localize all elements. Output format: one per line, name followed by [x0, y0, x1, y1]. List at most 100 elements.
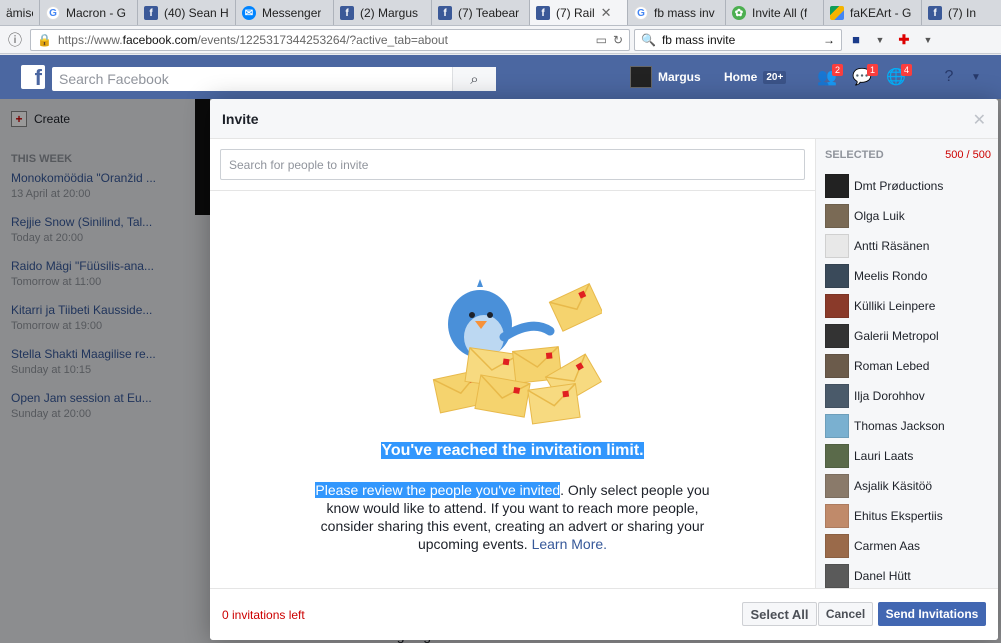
reload-icon[interactable]: ↻ — [613, 33, 623, 47]
selected-person-row[interactable]: Carmen Aas — [816, 531, 998, 561]
tab-title: faKEArt - G — [850, 6, 912, 20]
selected-label: SELECTED — [825, 149, 884, 161]
tab-title: (7) Teabear — [458, 6, 520, 20]
selected-person-row[interactable]: Asjalik Käsitöö — [816, 471, 998, 501]
dialog-body: You've reached the invitation limit. Ple… — [210, 139, 998, 588]
tab-title: ämise — [6, 6, 33, 20]
dialog-header: Invite ✕ — [210, 99, 998, 139]
selected-person-name: Ehitus Ekspertiis — [854, 509, 943, 523]
selected-person-name: Carmen Aas — [854, 539, 921, 553]
browser-search-box[interactable]: 🔍 fb mass invite → — [634, 28, 842, 51]
cancel-button[interactable]: Cancel — [818, 602, 873, 626]
go-arrow-icon[interactable]: → — [823, 33, 835, 47]
facebook-icon: f — [144, 6, 158, 20]
selected-person-name: Thomas Jackson — [854, 419, 945, 433]
search-icon[interactable]: ⌕ — [452, 67, 496, 91]
tab-title: (2) Margus — [360, 6, 419, 20]
tab-title: (40) Sean H — [164, 6, 229, 20]
profile-link[interactable]: Margus — [630, 66, 701, 88]
selected-header: SELECTED 500 / 500 — [825, 149, 991, 161]
invite-main-pane: You've reached the invitation limit. Ple… — [210, 139, 815, 588]
avatar — [825, 474, 849, 498]
chevron-down-icon[interactable]: ▼ — [870, 30, 890, 50]
browser-tab-bar: ämise G Macron - G f (40) Sean H ✉ Messenger f (… — [0, 0, 1001, 26]
save-icon[interactable]: ■ — [846, 30, 866, 50]
browser-tab[interactable]: Gfb mass inv — [628, 0, 726, 25]
invitations-left-text: 0 invitations left — [222, 608, 305, 622]
selected-person-row[interactable]: Ilja Dorohhov — [816, 381, 998, 411]
facebook-search-input[interactable]: Search Facebook ⌕ — [52, 67, 496, 91]
close-icon[interactable]: ✕ — [601, 5, 612, 21]
chevron-down-icon[interactable]: ▼ — [966, 68, 986, 86]
tab-title: Messenger — [262, 6, 322, 20]
notifications-badge: 4 — [900, 64, 912, 76]
avatar — [825, 234, 849, 258]
avatar — [825, 294, 849, 318]
selected-person-row[interactable]: Olga Luik — [816, 201, 998, 231]
reader-view-icon[interactable]: ▭ — [596, 33, 607, 47]
friend-requests-icon[interactable]: 👥 2 — [817, 64, 843, 86]
avatar — [825, 564, 849, 588]
selected-person-name: Olga Luik — [854, 209, 905, 223]
browser-tab[interactable]: ämise — [0, 0, 40, 25]
facebook-logo[interactable]: f — [21, 65, 45, 89]
browser-tab[interactable]: faKEArt - G — [824, 0, 922, 25]
selected-person-name: Roman Lebed — [854, 359, 930, 373]
avatar — [825, 354, 849, 378]
selected-person-name: Asjalik Käsitöö — [854, 479, 933, 493]
selected-person-row[interactable]: Galerii Metropol — [816, 321, 998, 351]
messenger-icon: ✉ — [242, 6, 256, 20]
avatar — [825, 414, 849, 438]
bird-envelopes-illustration — [432, 279, 602, 425]
invitation-limit-description: Please review the people you've invited.… — [305, 481, 720, 553]
close-icon[interactable]: ✕ — [973, 110, 986, 130]
browser-tab[interactable]: f (7) Rail ✕ — [530, 0, 628, 25]
highlighted-text: Please review the people you've invited — [315, 482, 561, 498]
home-count-badge: 20+ — [763, 70, 787, 84]
url-text: https://www.facebook.com/events/12253173… — [57, 32, 448, 47]
facebook-icon: f — [340, 6, 354, 20]
browser-tab[interactable]: f (7) In — [922, 0, 1001, 25]
home-link[interactable]: Home 20+ — [724, 70, 787, 84]
notifications-icon[interactable]: 🌐 4 — [886, 64, 912, 86]
selected-people-list: Dmt Prøductions Olga Luik Antti Räsänen Mee… — [816, 171, 998, 591]
profile-name: Margus — [658, 70, 701, 84]
avatar — [825, 264, 849, 288]
select-all-button[interactable]: Select All — [742, 602, 817, 626]
selected-person-row[interactable]: Dmt Prøductions — [816, 171, 998, 201]
chevron-down-icon[interactable]: ▼ — [918, 30, 938, 50]
avatar — [825, 324, 849, 348]
search-icon: 🔍 — [641, 32, 656, 47]
selected-person-row[interactable]: Külliki Leinpere — [816, 291, 998, 321]
selected-person-row[interactable]: Roman Lebed — [816, 351, 998, 381]
selected-person-name: Ilja Dorohhov — [854, 389, 925, 403]
browser-tab[interactable]: f (2) Margus — [334, 0, 432, 25]
selected-person-row[interactable]: Lauri Laats — [816, 441, 998, 471]
invite-search-input[interactable] — [220, 149, 805, 180]
tab-title: (7) In — [948, 6, 977, 20]
red-cross-icon[interactable]: ✚ — [894, 30, 914, 50]
drive-icon — [830, 6, 844, 20]
facebook-icon: f — [438, 6, 452, 20]
tab-title: (7) Rail — [556, 6, 595, 20]
selected-person-row[interactable]: Ehitus Ekspertiis — [816, 501, 998, 531]
send-invitations-button[interactable]: Send Invitations — [878, 602, 986, 626]
tab-title: Invite All (f — [752, 6, 808, 20]
help-icon[interactable]: ? — [939, 68, 959, 86]
selected-person-row[interactable]: Thomas Jackson — [816, 411, 998, 441]
selected-person-row[interactable]: Antti Räsänen — [816, 231, 998, 261]
browser-tab[interactable]: ✿ Invite All (f — [726, 0, 824, 25]
messages-icon[interactable]: 💬 1 — [852, 64, 878, 86]
avatar — [630, 66, 652, 88]
facebook-icon: f — [928, 6, 942, 20]
browser-tab[interactable]: f (7) Teabear — [432, 0, 530, 25]
address-bar[interactable]: 🔒 https://www.facebook.com/events/122531… — [30, 28, 630, 51]
browser-tab[interactable]: G Macron - G — [40, 0, 138, 25]
selected-person-row[interactable]: Meelis Rondo — [816, 261, 998, 291]
learn-more-link[interactable]: Learn More. — [532, 536, 607, 552]
selected-person-row[interactable]: Danel Hütt — [816, 561, 998, 591]
selected-person-name: Danel Hütt — [854, 569, 911, 583]
info-icon[interactable]: ⓘ — [4, 29, 26, 51]
browser-tab[interactable]: ✉ Messenger — [236, 0, 334, 25]
browser-tab[interactable]: f (40) Sean H — [138, 0, 236, 25]
